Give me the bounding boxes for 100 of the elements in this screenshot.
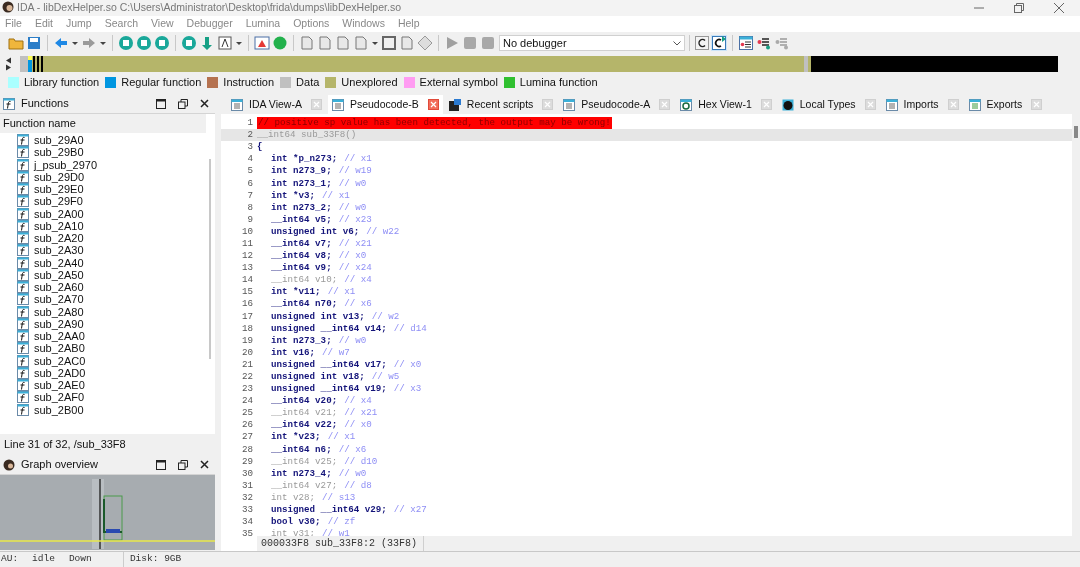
close-icon[interactable]	[200, 99, 209, 108]
menu-item[interactable]: Jump	[66, 16, 92, 32]
code-line[interactable]: 31 __int64 v27; // d8	[221, 479, 1072, 492]
code-line[interactable]: 6 int n273_1; // w0	[221, 177, 1072, 190]
code-line[interactable]: 10 unsigned int v6; // w22	[221, 225, 1072, 238]
code-line[interactable]: 17 unsigned int v13; // w2	[221, 310, 1072, 323]
code-line[interactable]: 15 int *v11; // x1	[221, 286, 1072, 299]
add-breakpoint-icon[interactable]	[757, 36, 771, 50]
function-name[interactable]: sub_2AF0	[34, 391, 85, 404]
code-line[interactable]: 12 __int64 v8; // x0	[221, 250, 1072, 263]
save-icon[interactable]	[26, 35, 42, 51]
menu-item[interactable]: Edit	[34, 16, 53, 32]
code-line[interactable]: 29 __int64 v25; // d10	[221, 455, 1072, 468]
function-name[interactable]: j_psub_2970	[34, 158, 97, 171]
function-name[interactable]: sub_2A80	[34, 305, 84, 318]
code-line[interactable]: 8 int n273_2; // w0	[221, 201, 1072, 214]
letter-tile-icon[interactable]	[217, 35, 233, 51]
function-icon	[17, 219, 29, 232]
function-name[interactable]: sub_2A40	[34, 256, 84, 269]
code-line[interactable]: 34 bool v30; // zf	[221, 516, 1072, 529]
c-code-icon[interactable]	[695, 36, 709, 50]
code-line[interactable]: 32 int v28; // s13	[221, 491, 1072, 504]
code-line[interactable]: 28 __int64 n6; // x6	[221, 443, 1072, 456]
menu-item[interactable]: Lumina	[245, 16, 281, 32]
function-name[interactable]: sub_2A30	[34, 244, 84, 257]
function-name[interactable]: sub_2A20	[34, 232, 84, 245]
graph-overview-drawing[interactable]	[0, 475, 215, 550]
code-line[interactable]: 3 {	[221, 141, 1072, 154]
code-line[interactable]: 19 int n273_3; // w0	[221, 334, 1072, 347]
document-icon[interactable]	[335, 35, 351, 51]
function-name[interactable]: sub_2AE0	[34, 379, 85, 392]
code-line[interactable]: 14 __int64 v10; // x4	[221, 274, 1072, 287]
scroll-arrows-icon[interactable]	[5, 57, 12, 71]
code-line[interactable]: 20 int v16; // w7	[221, 346, 1072, 359]
code-line[interactable]: 33 unsigned __int64 v29; // x27	[221, 504, 1072, 517]
code-line[interactable]: 13 __int64 v9; // x24	[221, 262, 1072, 275]
ball-icon[interactable]	[272, 35, 288, 51]
breakpoint-list-icon[interactable]	[739, 36, 753, 50]
menu-item[interactable]: Help	[397, 16, 420, 32]
code-line[interactable]: 1 // positive sp value has been detected, the output may be wrong!	[221, 117, 1072, 130]
code-line[interactable]: 18 unsigned __int64 v14; // d14	[221, 322, 1072, 335]
menu-item[interactable]: Search	[104, 16, 138, 32]
code-line[interactable]: 30 int n273_4; // w0	[221, 467, 1072, 480]
function-name[interactable]: sub_29E0	[34, 183, 84, 196]
function-icon	[17, 281, 29, 294]
menu-item[interactable]: View	[151, 16, 174, 32]
debugger-select[interactable]: No debugger	[499, 35, 685, 51]
code-line[interactable]: 27 int *v23; // x1	[221, 431, 1072, 444]
code-line[interactable]: 9 __int64 v5; // x23	[221, 213, 1072, 226]
code-line[interactable]: 7 int *v3; // x1	[221, 189, 1072, 202]
maximize-icon[interactable]	[156, 98, 166, 109]
code-line[interactable]: 23 unsigned __int64 v19; // x3	[221, 383, 1072, 396]
code-line[interactable]: 5 int n273_9; // w19	[221, 165, 1072, 178]
warning-window-icon[interactable]	[254, 35, 270, 51]
function-name[interactable]: sub_2A90	[34, 317, 84, 330]
navigation-band[interactable]	[20, 56, 1068, 72]
function-name[interactable]: sub_29A0	[34, 134, 84, 147]
menu-item[interactable]: File	[5, 16, 22, 32]
code-line[interactable]: 24 __int64 v20; // x4	[221, 395, 1072, 408]
code-line[interactable]: 16 __int64 n70; // x6	[221, 298, 1072, 311]
code-line[interactable]: 21 unsigned __int64 v17; // x0	[221, 358, 1072, 371]
code-line[interactable]: 25 __int64 v21; // x21	[221, 407, 1072, 420]
diamond-icon[interactable]	[417, 35, 433, 51]
c-code-run-icon[interactable]	[711, 35, 727, 51]
function-name[interactable]: sub_2B00	[34, 403, 84, 416]
function-name[interactable]: sub_2AB0	[34, 342, 85, 355]
document-icon[interactable]	[317, 35, 333, 51]
tab[interactable]: Pseudocode-B	[327, 95, 443, 114]
document-icon[interactable]	[299, 35, 315, 51]
function-name[interactable]: sub_2A70	[34, 293, 84, 306]
function-name[interactable]: sub_29B0	[34, 146, 84, 159]
function-name[interactable]: sub_2A60	[34, 281, 84, 294]
column-header[interactable]: Function name	[0, 114, 206, 133]
function-name[interactable]: sub_2AA0	[34, 330, 85, 343]
scrollbar-thumb[interactable]	[209, 159, 211, 359]
menu-item[interactable]: Debugger	[186, 16, 233, 32]
stop-icon[interactable]	[480, 35, 496, 51]
function-name[interactable]: sub_2A50	[34, 268, 84, 281]
function-name[interactable]: sub_29D0	[34, 170, 85, 183]
code-line[interactable]: 11 __int64 v7; // x21	[221, 237, 1072, 251]
code-line[interactable]: 26 __int64 v22; // x0	[221, 419, 1072, 432]
function-name[interactable]: sub_2AC0	[34, 354, 86, 367]
pause-icon[interactable]	[462, 35, 478, 51]
function-name[interactable]: sub_2A10	[34, 219, 84, 232]
float-window-icon[interactable]	[178, 98, 188, 109]
float-window-icon[interactable]	[178, 459, 188, 470]
menu-item[interactable]: Windows	[342, 16, 385, 32]
code-line[interactable]: 4 int *p_n273; // x1	[221, 153, 1072, 166]
play-icon[interactable]	[444, 35, 460, 51]
function-name[interactable]: sub_2AD0	[34, 366, 86, 379]
menu-item[interactable]: Options	[293, 16, 330, 32]
maximize-icon[interactable]	[156, 459, 166, 470]
scrollbar-thumb[interactable]	[1074, 126, 1078, 138]
function-name[interactable]: sub_29F0	[34, 195, 83, 208]
function-name[interactable]: sub_2A00	[34, 207, 84, 220]
code-line[interactable]: 22 unsigned int v18; // w5	[221, 370, 1072, 384]
restore-icon[interactable]	[1014, 3, 1024, 13]
frame-icon[interactable]	[381, 35, 397, 51]
open-folder-icon[interactable]	[8, 35, 24, 51]
close-icon[interactable]	[200, 460, 209, 469]
